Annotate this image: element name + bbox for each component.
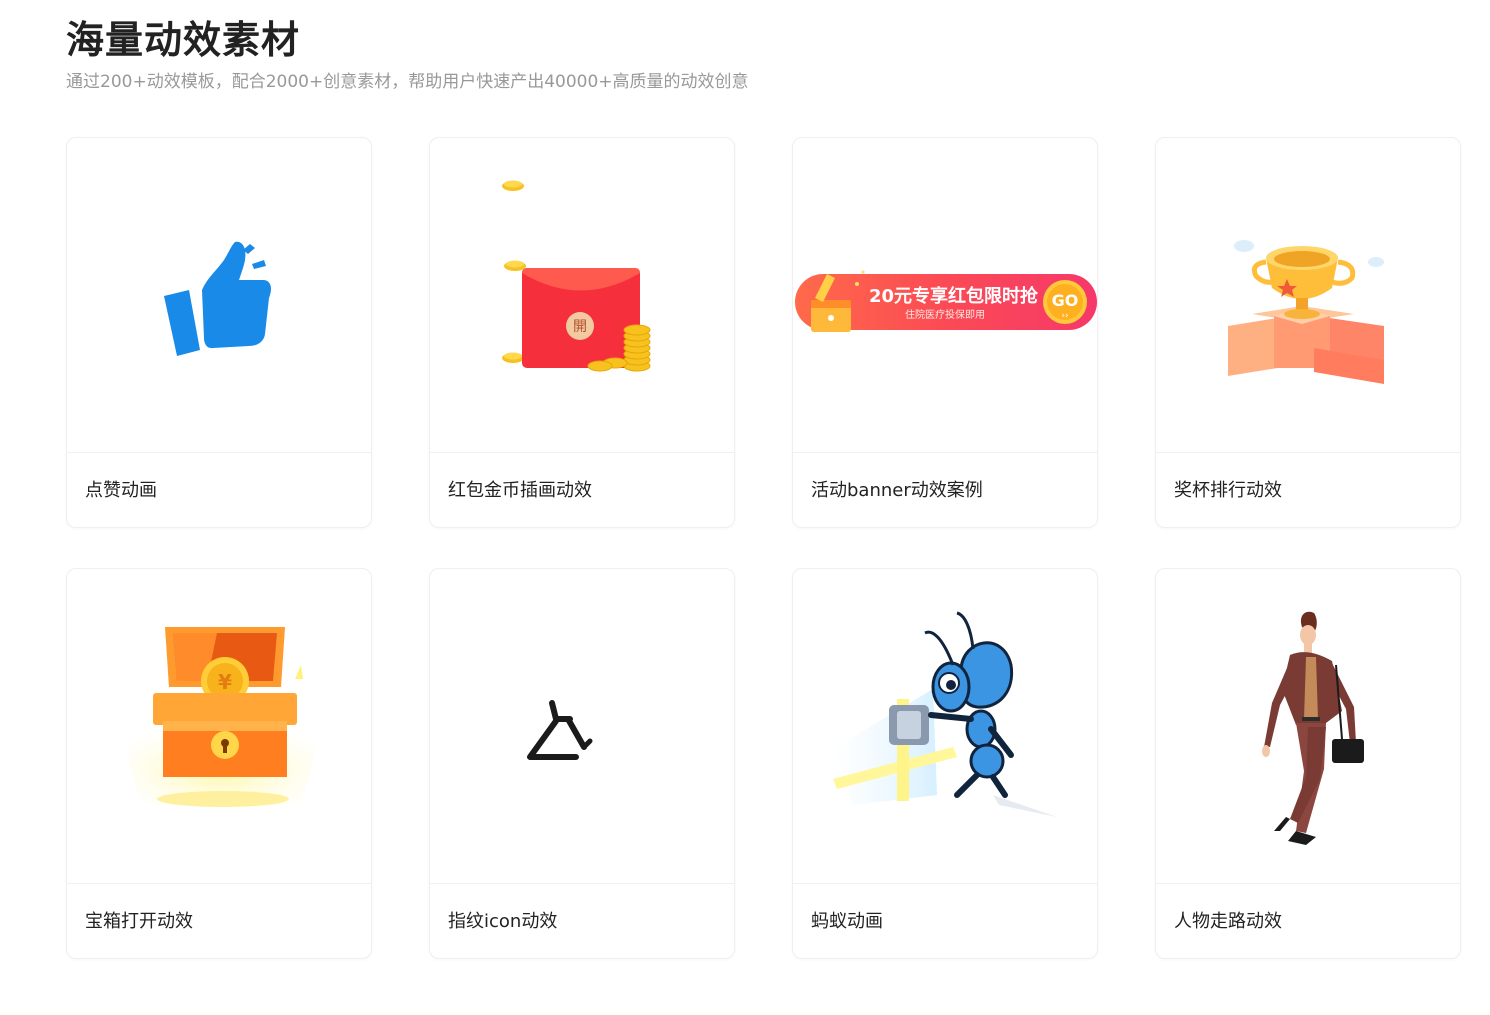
card-thumbnail: 20元专享红包限时抢 住院医疗投保即用 GO ›› [793, 138, 1097, 453]
promo-banner-illustration: 20元专享红包限时抢 住院医疗投保即用 GO ›› [795, 270, 1097, 332]
coin-symbol: ¥ [218, 670, 232, 694]
banner-title: 20元专享红包限时抢 [869, 285, 1039, 307]
card-thumbnail [1156, 138, 1460, 453]
trophy-podium-illustration [1228, 240, 1384, 384]
page-header: 海量动效素材 通过200+动效模板，配合2000+创意素材，帮助用户快速产出40… [66, 14, 749, 94]
envelope-character: 開 [573, 319, 587, 335]
ant-character-illustration [833, 611, 1057, 817]
asset-card-walking-man[interactable]: 人物走路动效 [1155, 568, 1461, 959]
card-thumbnail: 開 [430, 138, 734, 453]
card-label: 奖杯排行动效 [1174, 480, 1282, 501]
card-thumbnail [1156, 569, 1460, 884]
card-thumbnail [67, 138, 371, 453]
card-label: 宝箱打开动效 [85, 911, 193, 932]
card-label: 人物走路动效 [1174, 911, 1282, 932]
walking-man-illustration [1262, 611, 1364, 845]
asset-card-red-envelope[interactable]: 開 红包金币插画动效 [429, 137, 735, 528]
asset-card-like[interactable]: 点赞动画 [66, 137, 372, 528]
fingerprint-icon [527, 700, 593, 760]
card-label: 活动banner动效案例 [811, 480, 983, 501]
asset-grid: 点赞动画 開 红包金币插画动效 20元专享红包限时抢 住院医疗投保即用 GO ›… [66, 137, 1461, 959]
thumbs-up-icon [164, 241, 271, 356]
card-label: 指纹icon动效 [448, 911, 558, 932]
asset-card-ant[interactable]: 蚂蚁动画 [792, 568, 1098, 959]
asset-card-trophy[interactable]: 奖杯排行动效 [1155, 137, 1461, 528]
banner-go-button: GO [1052, 291, 1079, 310]
page-title: 海量动效素材 [66, 18, 301, 62]
asset-card-banner[interactable]: 20元专享红包限时抢 住院医疗投保即用 GO ›› 活动banner动效案例 [792, 137, 1098, 528]
asset-card-treasure-chest[interactable]: ¥ 宝箱打开动效 [66, 568, 372, 959]
card-thumbnail [793, 569, 1097, 884]
card-label: 点赞动画 [85, 480, 157, 501]
page-subtitle: 通过200+动效模板，配合2000+创意素材，帮助用户快速产出40000+高质量… [66, 72, 749, 92]
card-thumbnail: ¥ [67, 569, 371, 884]
card-label: 红包金币插画动效 [448, 480, 592, 501]
red-envelope-coins-illustration: 開 [502, 180, 651, 372]
banner-subtitle: 住院医疗投保即用 [905, 308, 985, 321]
card-thumbnail [430, 569, 734, 884]
svg-text:››: ›› [1061, 311, 1068, 321]
card-label: 蚂蚁动画 [811, 911, 883, 932]
treasure-chest-illustration: ¥ [117, 627, 325, 807]
asset-card-fingerprint[interactable]: 指纹icon动效 [429, 568, 735, 959]
